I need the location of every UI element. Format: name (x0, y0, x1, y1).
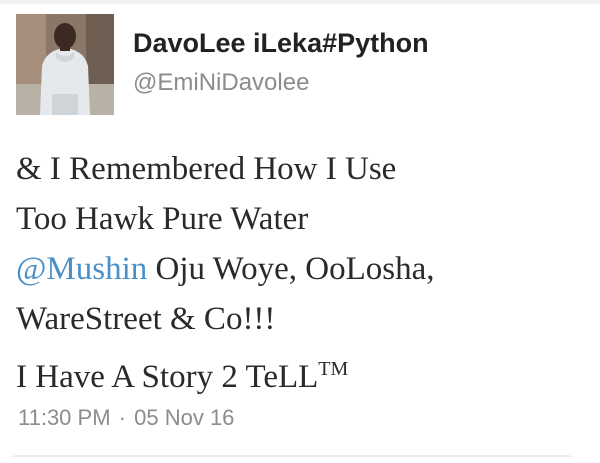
avatar[interactable] (16, 14, 114, 115)
tweet-line-4: WareStreet & Co!!! (16, 301, 276, 337)
tweet-time: 11:30 PM (18, 405, 111, 430)
bottom-divider (14, 455, 570, 457)
tweet-line-1: & I Remembered How I Use (16, 151, 397, 187)
author-display-name[interactable]: DavoLee iLeka#Python (133, 26, 429, 60)
tweet-timestamp[interactable]: 11:30 PM · 05 Nov 16 (18, 405, 234, 431)
trademark-symbol: TM (318, 358, 349, 380)
profile-photo-icon (16, 14, 114, 115)
top-divider (0, 0, 600, 4)
tweet-date: 05 Nov 16 (134, 405, 235, 430)
tweet-line-2: Too Hawk Pure Water (16, 201, 309, 237)
tweet-line-5: I Have A Story 2 TeLLTM (16, 344, 586, 402)
author-block: DavoLee iLeka#Python @EmiNiDavolee (133, 26, 429, 99)
tweet-line-3-text: Oju Woye, OoLosha, (147, 251, 435, 287)
mention-link[interactable]: @Mushin (16, 251, 147, 287)
tweet-line-3: @Mushin Oju Woye, OoLosha, (16, 244, 586, 294)
author-handle[interactable]: @EmiNiDavolee (133, 67, 429, 99)
tweet-line-5-text: I Have A Story 2 TeLL (16, 359, 319, 395)
tweet-card: DavoLee iLeka#Python @EmiNiDavolee & I R… (0, 0, 600, 463)
tweet-body: & I Remembered How I Use Too Hawk Pure W… (16, 144, 586, 402)
timestamp-separator: · (118, 405, 126, 430)
